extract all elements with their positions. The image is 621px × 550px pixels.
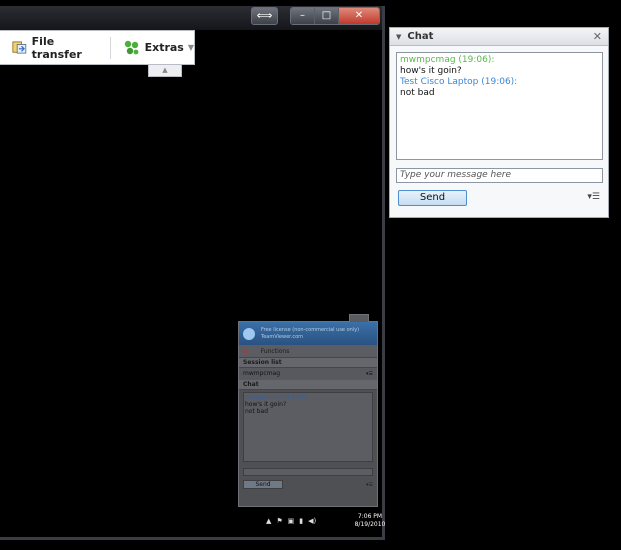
remote-send-row: Send ▾☰	[243, 480, 373, 489]
send-button[interactable]: Send	[398, 190, 467, 206]
chat-panel: ▼ Chat ✕ mwmpcmag (19:06): how's it goin…	[389, 27, 609, 218]
chat-header[interactable]: ▼ Chat ✕	[390, 28, 608, 46]
remote-chat-sender: mwmpcmag (19:06):	[245, 394, 308, 401]
chat-message: how's it goin?	[400, 66, 462, 76]
remote-chat-header[interactable]: Chat	[239, 380, 377, 390]
clock-time: 7:06 PM	[357, 513, 383, 520]
chat-message: not bad	[400, 88, 435, 98]
chat-sender: Test Cisco Laptop (19:06):	[400, 77, 518, 87]
remote-teamviewer-panel: Free license (non-commercial use only) T…	[238, 314, 378, 507]
system-tray: ▲ ⚑ ▣ ▮ ◀) 7:06 PM 8/19/2010	[266, 510, 386, 532]
file-transfer-icon	[12, 41, 27, 54]
toolbar-collapse-tab[interactable]: ▲	[148, 65, 182, 77]
remote-functions-menu[interactable]: Functions	[261, 348, 290, 355]
remote-chat-line: how's it goin?	[245, 401, 287, 408]
minimize-button[interactable]: –	[291, 8, 315, 24]
remote-chat-line: not bad	[245, 408, 269, 415]
action-center-flag-icon[interactable]: ⚑	[276, 517, 282, 525]
tray-expand-icon[interactable]: ▲	[266, 517, 271, 525]
remote-functions-bar: ✕ Functions	[239, 345, 377, 358]
extras-label: Extras	[144, 41, 184, 54]
chat-log: mwmpcmag (19:06): how's it goin? Test Ci…	[396, 52, 603, 160]
chat-message-input[interactable]: Type your message here	[396, 168, 603, 183]
chat-title: Chat	[407, 31, 434, 42]
remote-send-button[interactable]: Send	[243, 480, 283, 489]
remote-session-user: mwmpcmag	[243, 370, 281, 377]
remote-panel-header: Free license (non-commercial use only) T…	[239, 322, 377, 345]
chevron-down-icon: ▼	[187, 43, 194, 52]
close-icon[interactable]: ✕	[593, 30, 602, 43]
session-toolbar: File transfer Extras ▼	[0, 30, 195, 65]
toolbar-divider	[109, 36, 111, 59]
network-icon[interactable]: ▮	[299, 517, 303, 525]
chat-options-icon[interactable]: ▾☰	[587, 192, 600, 202]
remote-session-list-item[interactable]: mwmpcmag ▾☰	[239, 368, 377, 380]
close-window-button[interactable]: ✕	[339, 8, 379, 24]
remote-chat-log: mwmpcmag (19:06): how's it goin? not bad	[243, 392, 373, 462]
remote-close-session-icon[interactable]: ✕	[242, 347, 249, 356]
remote-chat-options-icon[interactable]: ▾☰	[366, 482, 373, 488]
puzzle-icon	[124, 40, 138, 55]
collapse-triangle-icon[interactable]: ▼	[396, 33, 401, 41]
website-text: TeamViewer.com	[261, 333, 304, 340]
window-caption-bar: ⟺ – □ ✕	[0, 6, 382, 30]
swap-sides-button[interactable]: ⟺	[251, 7, 278, 25]
volume-icon[interactable]: ◀)	[308, 517, 316, 525]
clock-date: 8/19/2010	[354, 521, 386, 528]
teamviewer-tray-icon[interactable]: ▣	[288, 517, 295, 525]
clock[interactable]: 7:06 PM 8/19/2010	[354, 513, 386, 529]
remote-session-window: ⟺ – □ ✕ Free license (non-commercial use…	[0, 6, 385, 540]
remote-session-options-icon[interactable]: ▾☰	[366, 368, 373, 380]
file-transfer-button[interactable]: File transfer	[12, 35, 98, 61]
file-transfer-label: File transfer	[31, 34, 82, 61]
maximize-button[interactable]: □	[315, 8, 339, 24]
remote-session-list-header[interactable]: Session list	[239, 358, 377, 368]
chat-sender: mwmpcmag (19:06):	[400, 55, 495, 65]
license-text: Free license (non-commercial use only)	[261, 326, 360, 333]
teamviewer-logo-icon	[243, 327, 255, 340]
remote-chat-input[interactable]	[243, 468, 373, 476]
remote-panel-tab[interactable]	[349, 314, 369, 322]
extras-menu-button[interactable]: Extras ▼	[123, 40, 194, 55]
screen: ⟺ – □ ✕ Free license (non-commercial use…	[0, 0, 621, 550]
caption-buttons: – □ ✕	[290, 7, 380, 25]
